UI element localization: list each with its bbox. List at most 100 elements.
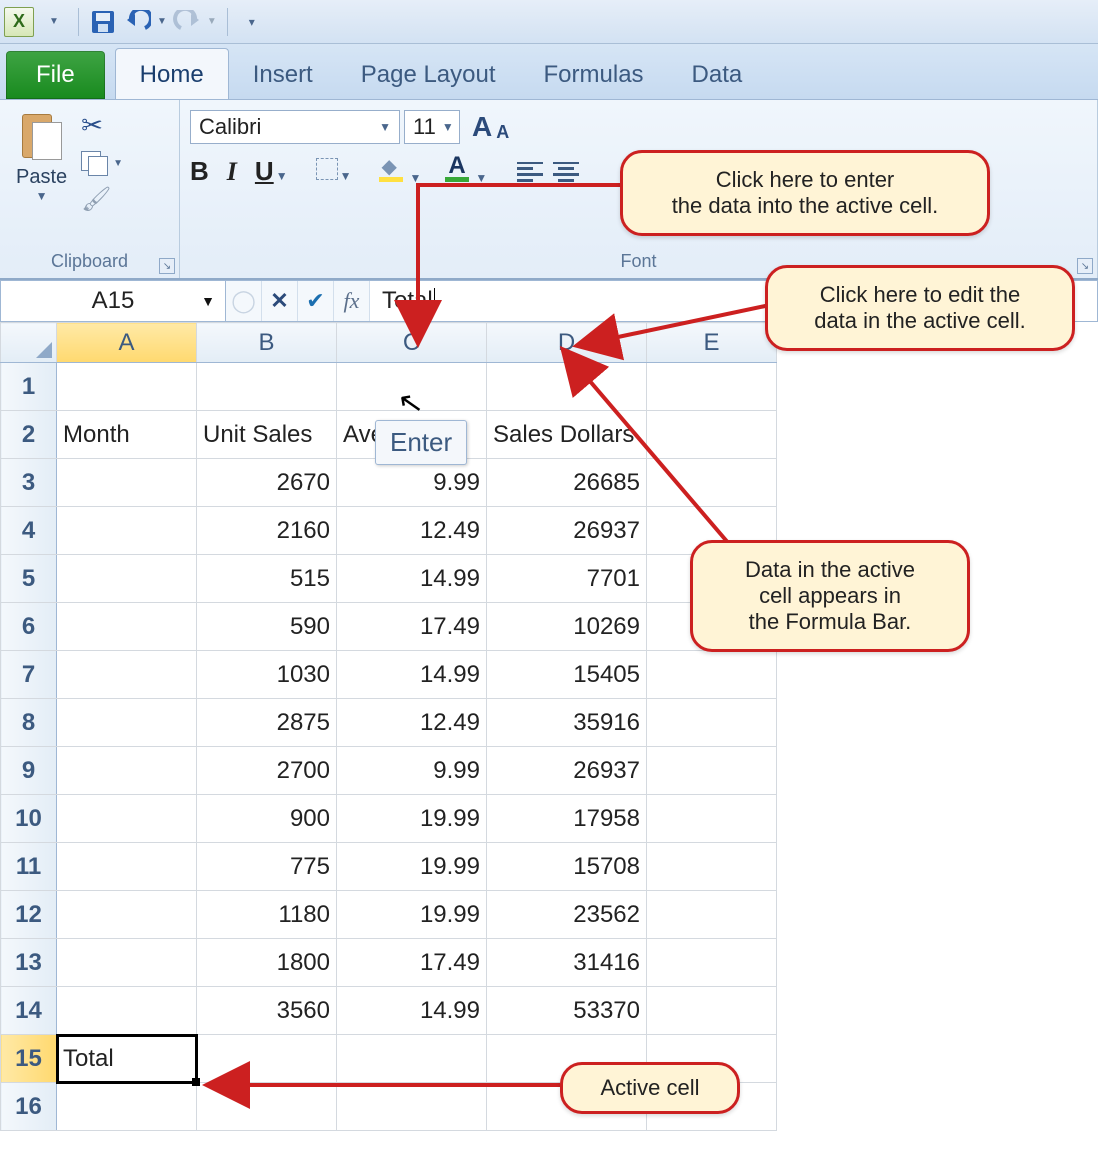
enter-button[interactable]: ✔ [298, 281, 334, 321]
row-header-14[interactable]: 14 [1, 987, 57, 1035]
qat-dropdown[interactable]: ▼ [40, 8, 68, 36]
excel-app-icon[interactable]: X [4, 7, 34, 37]
tab-home[interactable]: Home [115, 48, 229, 99]
bold-button[interactable]: B [190, 156, 209, 187]
cell-E2[interactable] [647, 411, 777, 459]
cell-A6[interactable] [57, 603, 197, 651]
cell-D10[interactable]: 17958 [487, 795, 647, 843]
format-painter-button[interactable]: 🖌 [81, 185, 123, 214]
cell-D14[interactable]: 53370 [487, 987, 647, 1035]
cell-A3[interactable] [57, 459, 197, 507]
cell-A13[interactable] [57, 939, 197, 987]
cell-D11[interactable]: 15708 [487, 843, 647, 891]
tab-data[interactable]: Data [668, 49, 767, 99]
font-color-button[interactable]: ▼ [445, 156, 487, 187]
cell-D6[interactable]: 10269 [487, 603, 647, 651]
cell-B2[interactable]: Unit Sales [197, 411, 337, 459]
cell-A11[interactable] [57, 843, 197, 891]
name-box[interactable]: A15 ▼ [1, 281, 226, 321]
paste-button[interactable]: Paste ▼ [10, 106, 73, 205]
cell-C10[interactable]: 19.99 [337, 795, 487, 843]
cell-B15[interactable] [197, 1035, 337, 1083]
cell-D4[interactable]: 26937 [487, 507, 647, 555]
row-header-13[interactable]: 13 [1, 939, 57, 987]
cell-D9[interactable]: 26937 [487, 747, 647, 795]
cell-E3[interactable] [647, 459, 777, 507]
copy-button[interactable]: ▼ [81, 151, 123, 175]
col-header-C[interactable]: C [337, 323, 487, 363]
cell-B7[interactable]: 1030 [197, 651, 337, 699]
cell-A12[interactable] [57, 891, 197, 939]
col-header-A[interactable]: A [57, 323, 197, 363]
cell-B4[interactable]: 2160 [197, 507, 337, 555]
cell-E9[interactable] [647, 747, 777, 795]
align-center-button[interactable] [553, 162, 579, 182]
expand-formula-button[interactable]: ◯ [226, 281, 262, 321]
cell-C12[interactable]: 19.99 [337, 891, 487, 939]
cell-C13[interactable]: 17.49 [337, 939, 487, 987]
row-header-9[interactable]: 9 [1, 747, 57, 795]
cell-D7[interactable]: 15405 [487, 651, 647, 699]
cut-button[interactable]: ✂ [81, 110, 123, 141]
fill-color-button[interactable]: ▼ [379, 156, 421, 187]
cell-E12[interactable] [647, 891, 777, 939]
cell-E11[interactable] [647, 843, 777, 891]
cell-C5[interactable]: 14.99 [337, 555, 487, 603]
cell-A4[interactable] [57, 507, 197, 555]
cell-D12[interactable]: 23562 [487, 891, 647, 939]
row-header-10[interactable]: 10 [1, 795, 57, 843]
cell-D2[interactable]: Sales Dollars [487, 411, 647, 459]
borders-button[interactable]: ▼ [316, 158, 352, 185]
cell-E8[interactable] [647, 699, 777, 747]
cell-C8[interactable]: 12.49 [337, 699, 487, 747]
row-header-16[interactable]: 16 [1, 1083, 57, 1131]
cell-A14[interactable] [57, 987, 197, 1035]
cell-B1[interactable] [197, 363, 337, 411]
insert-function-button[interactable]: fx [334, 281, 370, 321]
cell-C14[interactable]: 14.99 [337, 987, 487, 1035]
cancel-button[interactable]: ✕ [262, 281, 298, 321]
decrease-font-button[interactable]: A [496, 122, 509, 143]
cell-B3[interactable]: 2670 [197, 459, 337, 507]
cell-B5[interactable]: 515 [197, 555, 337, 603]
cell-C9[interactable]: 9.99 [337, 747, 487, 795]
cell-A16[interactable] [57, 1083, 197, 1131]
underline-button[interactable]: U▼ [255, 156, 288, 187]
cell-B11[interactable]: 775 [197, 843, 337, 891]
cell-E13[interactable] [647, 939, 777, 987]
cell-A5[interactable] [57, 555, 197, 603]
save-button[interactable] [89, 8, 117, 36]
row-header-4[interactable]: 4 [1, 507, 57, 555]
row-header-12[interactable]: 12 [1, 891, 57, 939]
tab-insert[interactable]: Insert [229, 49, 337, 99]
row-header-2[interactable]: 2 [1, 411, 57, 459]
cell-B16[interactable] [197, 1083, 337, 1131]
tab-formulas[interactable]: Formulas [520, 49, 668, 99]
cell-B10[interactable]: 900 [197, 795, 337, 843]
cell-B6[interactable]: 590 [197, 603, 337, 651]
cell-B13[interactable]: 1800 [197, 939, 337, 987]
row-header-5[interactable]: 5 [1, 555, 57, 603]
cell-C15[interactable] [337, 1035, 487, 1083]
select-all-corner[interactable] [1, 323, 57, 363]
customize-qat[interactable]: ▾ [238, 8, 266, 36]
row-header-1[interactable]: 1 [1, 363, 57, 411]
paste-split[interactable]: ▼ [36, 189, 48, 203]
cell-C16[interactable] [337, 1083, 487, 1131]
cell-D13[interactable]: 31416 [487, 939, 647, 987]
row-header-7[interactable]: 7 [1, 651, 57, 699]
row-header-15[interactable]: 15 [1, 1035, 57, 1083]
font-dialog-launcher[interactable]: ↘ [1077, 258, 1093, 274]
cell-B9[interactable]: 2700 [197, 747, 337, 795]
col-header-D[interactable]: D [487, 323, 647, 363]
clipboard-dialog-launcher[interactable]: ↘ [159, 258, 175, 274]
cell-B14[interactable]: 3560 [197, 987, 337, 1035]
row-header-8[interactable]: 8 [1, 699, 57, 747]
cell-C6[interactable]: 17.49 [337, 603, 487, 651]
cell-B12[interactable]: 1180 [197, 891, 337, 939]
cell-E10[interactable] [647, 795, 777, 843]
redo-split[interactable]: ▼ [207, 16, 217, 27]
cell-A8[interactable] [57, 699, 197, 747]
col-header-B[interactable]: B [197, 323, 337, 363]
italic-button[interactable]: I [227, 157, 237, 187]
